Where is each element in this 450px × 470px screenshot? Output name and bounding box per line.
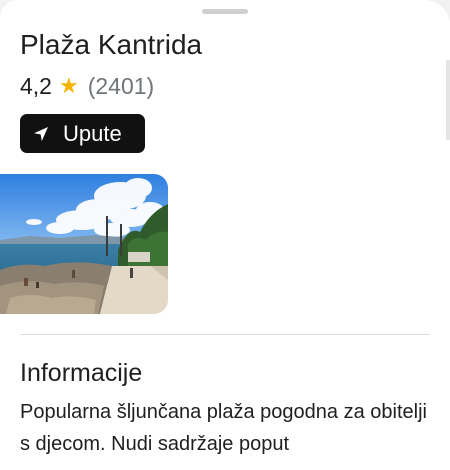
- place-sheet: Plaža Kantrida 4,2 ★ (2401) Upute Inform…: [0, 0, 450, 470]
- drag-handle[interactable]: [202, 9, 248, 14]
- directions-button[interactable]: Upute: [20, 114, 145, 153]
- info-heading: Informacije: [20, 359, 143, 387]
- directions-label: Upute: [63, 121, 122, 146]
- navigation-arrow-icon: [33, 126, 49, 142]
- place-photo[interactable]: [0, 174, 168, 314]
- place-title: Plaža Kantrida: [20, 29, 203, 60]
- side-panel-edge: [446, 60, 450, 140]
- review-count: (2401): [87, 73, 155, 99]
- info-description: Popularna šljunčana plaža pogodna za obi…: [20, 401, 427, 455]
- rating-row[interactable]: 4,2 ★ (2401): [20, 72, 154, 100]
- star-icon: ★: [58, 73, 79, 98]
- section-divider: [20, 334, 430, 335]
- rating-value: 4,2: [20, 73, 52, 99]
